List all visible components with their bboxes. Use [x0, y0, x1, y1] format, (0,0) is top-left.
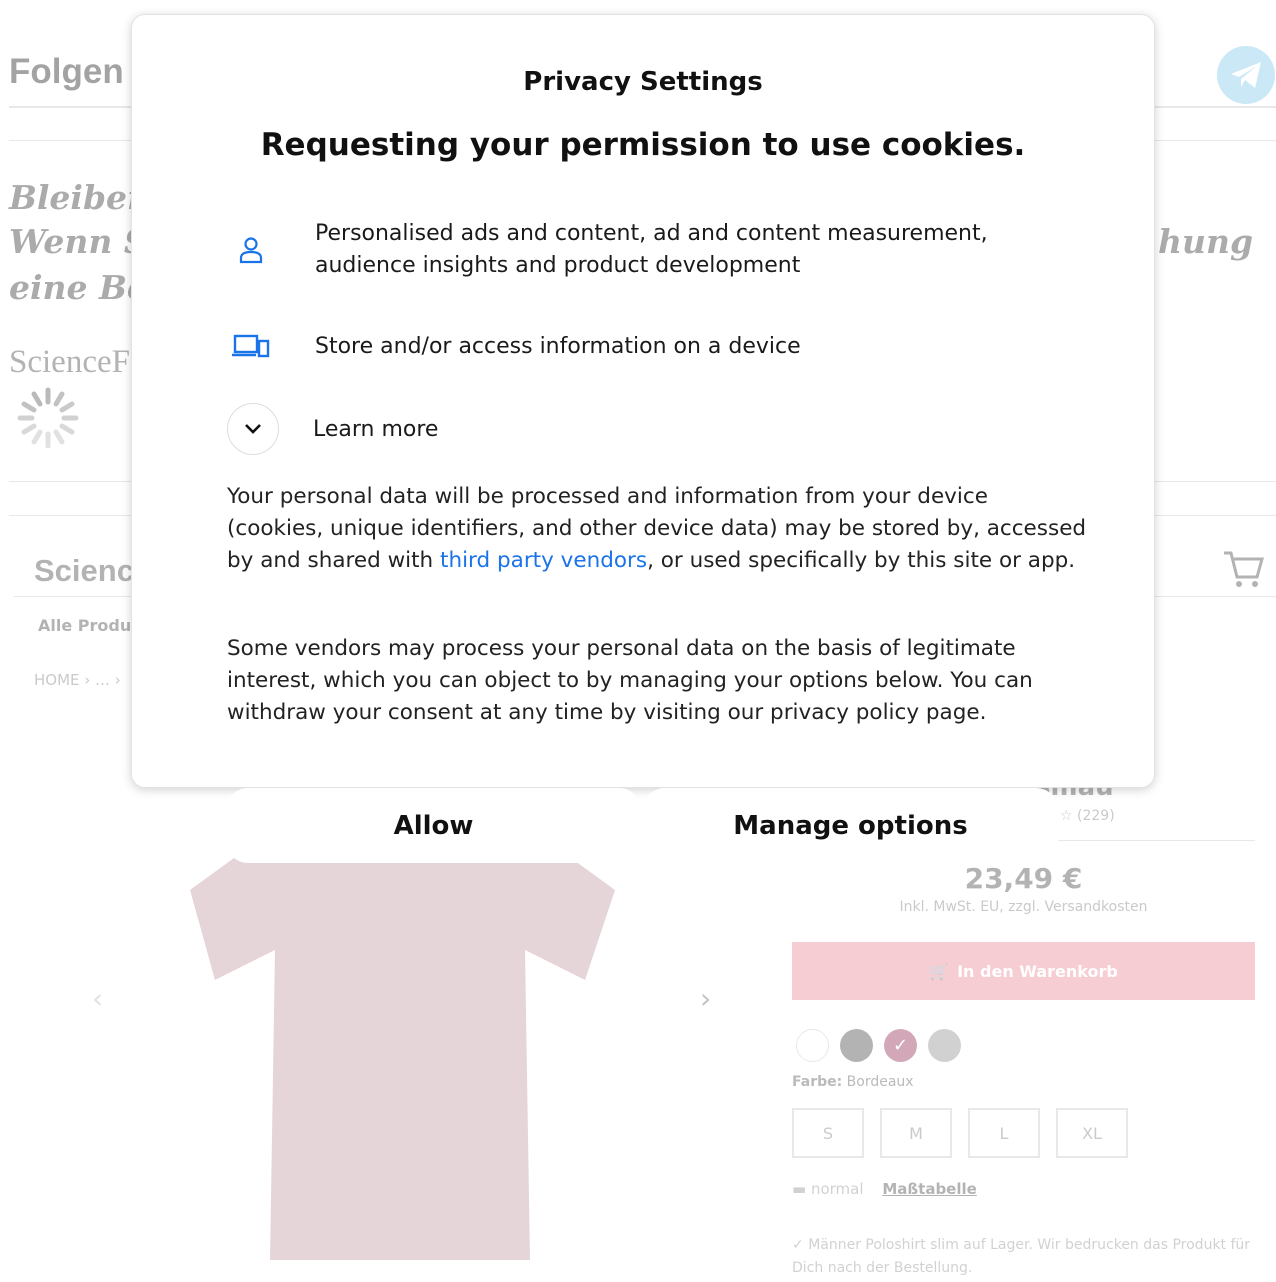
- purpose-text-line: audience insights and product developmen…: [315, 253, 801, 278]
- follow-heading: Folgen: [9, 52, 124, 91]
- consent-paragraph: Your personal data will be processed and…: [227, 481, 1087, 577]
- consent-text: , or used specifically by this site or a…: [647, 548, 1076, 573]
- divider: [1058, 840, 1255, 841]
- product-image: [190, 800, 615, 1260]
- size-option[interactable]: M: [880, 1108, 952, 1158]
- color-swatch-bordeaux[interactable]: ✓: [884, 1029, 917, 1062]
- purpose-item-store-access: Store and/or access information on a dev…: [227, 331, 801, 363]
- color-value: Bordeaux: [846, 1074, 914, 1090]
- devices-icon: [227, 334, 275, 360]
- privacy-modal: Privacy Settings Requesting your permiss…: [131, 14, 1155, 788]
- shop-brand[interactable]: Scienc: [34, 553, 134, 589]
- size-option[interactable]: XL: [1056, 1108, 1128, 1158]
- purpose-text: Personalised ads and content, ad and con…: [315, 218, 988, 282]
- stock-note-text: Männer Poloshirt slim auf Lager. Wir bed…: [792, 1237, 1251, 1276]
- fit-label: normal: [810, 1180, 864, 1198]
- intro-line: Bleiben: [9, 178, 152, 217]
- add-to-cart-label: In den Warenkorb: [957, 961, 1118, 981]
- legitimate-interest-paragraph: Some vendors may process your personal d…: [227, 636, 1033, 725]
- carousel-next-button[interactable]: ›: [700, 982, 711, 1015]
- color-swatch-white[interactable]: [796, 1029, 829, 1062]
- intro-line: Wenn S: [9, 222, 148, 261]
- chevron-down-icon[interactable]: [227, 403, 279, 455]
- color-swatch-grey[interactable]: [928, 1029, 961, 1062]
- cart-icon[interactable]: [1222, 549, 1264, 589]
- product-price: 23,49 €: [964, 862, 1083, 895]
- color-label: Farbe: Bordeaux: [792, 1074, 914, 1090]
- person-icon: [227, 236, 275, 264]
- review-count: ☆ (229): [1060, 808, 1115, 824]
- learn-more-toggle[interactable]: Learn more: [227, 403, 438, 455]
- cart-icon: 🛒: [929, 961, 950, 981]
- color-label-text: Farbe:: [792, 1074, 843, 1090]
- color-swatch-dark[interactable]: [840, 1029, 873, 1062]
- breadcrumb[interactable]: HOME › … ›: [34, 671, 121, 689]
- third-party-vendors-link[interactable]: third party vendors: [440, 548, 647, 573]
- size-option[interactable]: S: [792, 1108, 864, 1158]
- fit-row: ▬ normal Maßtabelle: [792, 1180, 977, 1198]
- size-chart-link[interactable]: Maßtabelle: [882, 1180, 977, 1198]
- carousel-prev-button[interactable]: ‹: [92, 982, 103, 1015]
- tax-note: Inkl. MwSt. EU, zzgl. Versandkosten: [899, 899, 1148, 915]
- stock-note: ✓ Männer Poloshirt slim auf Lager. Wir b…: [792, 1237, 1251, 1276]
- review-count-text: (229): [1077, 808, 1115, 824]
- purpose-text-line: Personalised ads and content, ad and con…: [315, 221, 988, 246]
- intro-line-right: hung: [1158, 222, 1254, 261]
- nav-all-products[interactable]: Alle Produ: [38, 616, 131, 635]
- allow-button[interactable]: Allow: [226, 788, 641, 863]
- add-to-cart-button[interactable]: 🛒 In den Warenkorb: [792, 942, 1255, 1000]
- learn-more-label[interactable]: Learn more: [313, 417, 438, 442]
- loading-spinner-icon: [17, 387, 79, 449]
- purpose-item-personalised-ads: Personalised ads and content, ad and con…: [227, 218, 988, 282]
- intro-line: eine Be: [9, 268, 148, 307]
- purpose-text: Store and/or access information on a dev…: [315, 334, 801, 359]
- modal-title: Privacy Settings: [523, 67, 763, 97]
- ruler-icon: ▬: [792, 1180, 807, 1198]
- telegram-icon[interactable]: [1217, 46, 1275, 104]
- site-name: ScienceF: [9, 344, 130, 380]
- modal-heading: Requesting your permission to use cookie…: [260, 127, 1026, 163]
- manage-options-button[interactable]: Manage options: [643, 788, 1058, 863]
- size-option[interactable]: L: [968, 1108, 1040, 1158]
